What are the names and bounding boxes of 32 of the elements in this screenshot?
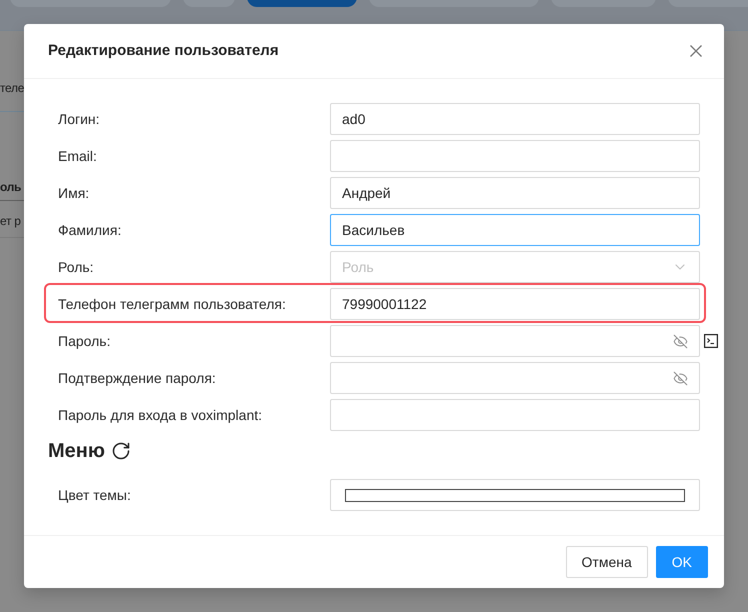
field-label: Роль: xyxy=(58,258,94,277)
field-label: Подтверждение пароля: xyxy=(58,369,216,388)
table-cell: ет р xyxy=(0,213,21,229)
background-text: теле xyxy=(0,80,24,96)
color-swatch-icon xyxy=(345,488,685,502)
section-heading: Меню xyxy=(48,439,105,464)
input-field[interactable]: 79990001122 xyxy=(330,288,700,320)
input-field[interactable] xyxy=(330,399,700,431)
password-field[interactable] xyxy=(330,362,700,394)
dialog-title: Редактирование пользователя xyxy=(48,41,279,61)
eye-off-icon[interactable] xyxy=(673,370,688,386)
refresh-icon[interactable] xyxy=(110,441,131,461)
field-label: Email: xyxy=(58,147,97,166)
field-label: Пароль: xyxy=(58,332,110,351)
cancel-button[interactable]: Отмена xyxy=(566,546,648,578)
password-field[interactable] xyxy=(330,325,700,357)
eye-off-icon[interactable] xyxy=(673,334,688,348)
input-field[interactable]: Васильев xyxy=(330,214,700,246)
close-button[interactable] xyxy=(690,45,702,57)
table-header: оль xyxy=(0,179,22,195)
field-label: Пароль для входа в voximplant: xyxy=(58,406,262,425)
input-field[interactable] xyxy=(330,140,700,172)
field-label: Имя: xyxy=(58,184,90,203)
field-label: Цвет темы: xyxy=(58,486,131,505)
terminal-icon[interactable] xyxy=(704,334,718,348)
close-icon xyxy=(690,45,702,57)
field-label: Фамилия: xyxy=(58,221,122,240)
input-field[interactable]: ad0 xyxy=(330,103,700,135)
field-label: Телефон телеграмм пользователя: xyxy=(58,295,286,314)
field-label: Логин: xyxy=(58,110,100,129)
input-field[interactable]: Андрей xyxy=(330,177,700,209)
color-field[interactable] xyxy=(330,479,700,511)
